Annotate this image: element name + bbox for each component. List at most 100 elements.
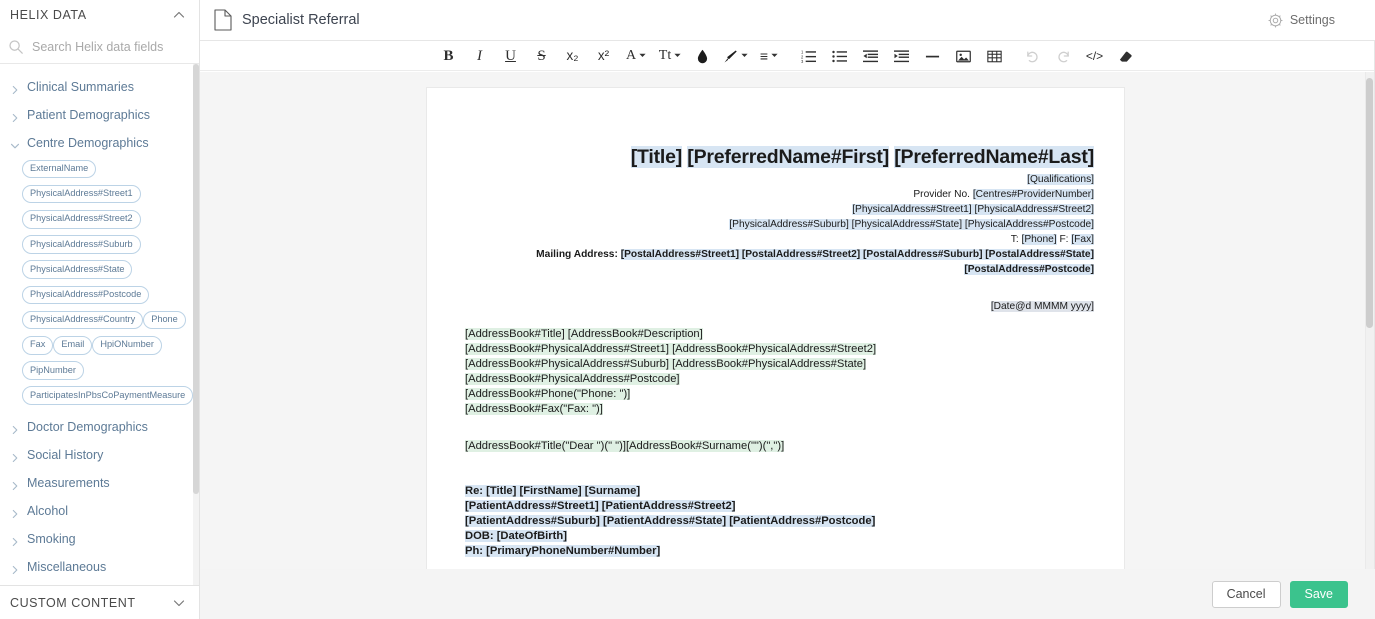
insert-image-button[interactable]	[948, 43, 979, 69]
chevron-down-icon	[674, 53, 681, 60]
font-size-icon: Tt	[658, 48, 672, 63]
token-postal-postcode: [PostalAddress#Postcode]	[964, 264, 1094, 275]
font-color-button[interactable]: A	[619, 43, 653, 69]
fax-prefix: F:	[1056, 234, 1072, 245]
provider-prefix: Provider No.	[913, 189, 973, 200]
horizontal-rule-icon	[925, 49, 940, 64]
strikethrough-button[interactable]: S	[526, 43, 557, 69]
cancel-button[interactable]: Cancel	[1211, 580, 1281, 608]
subscript-icon: x₂	[566, 48, 579, 64]
sidebar-group-doctor-demographics[interactable]: Doctor Demographics	[0, 413, 199, 441]
chevron-right-icon[interactable]	[10, 506, 20, 519]
field-chip[interactable]: ParticipatesInPbsCoPaymentMeasure	[22, 386, 194, 406]
bold-button[interactable]: B	[433, 43, 464, 69]
italic-button[interactable]: I	[464, 43, 495, 69]
outdent-button[interactable]	[855, 43, 886, 69]
redo-icon	[1056, 49, 1071, 64]
field-chip[interactable]: PhysicalAddress#Country	[22, 310, 144, 330]
font-size-button[interactable]: Tt	[653, 43, 687, 69]
undo-button	[1017, 43, 1048, 69]
qualifications-line: [Qualifications]	[465, 172, 1094, 187]
editor-scrollbar-track[interactable]	[1365, 72, 1374, 569]
token-addressbook: [AddressBook#Title] [AddressBook#Descrip…	[465, 328, 703, 340]
superscript-button[interactable]: x²	[588, 43, 619, 69]
centre-phone-line: T: [Phone] F: [Fax]	[465, 232, 1094, 247]
field-chip[interactable]: HpiONumber	[92, 335, 162, 355]
field-chip[interactable]: PhysicalAddress#Postcode	[22, 285, 150, 305]
sidebar-group-label: Alcohol	[27, 504, 68, 519]
editor-scrollbar-thumb[interactable]	[1366, 78, 1373, 328]
sidebar-header[interactable]: HELIX DATA	[0, 0, 199, 30]
field-chip[interactable]: Fax	[22, 335, 54, 355]
sidebar-scrollbar-thumb[interactable]	[193, 64, 199, 494]
clear-format-button[interactable]	[1110, 43, 1141, 69]
underline-icon: U	[505, 47, 516, 64]
sidebar-group-smoking[interactable]: Smoking	[0, 525, 199, 553]
insert-table-button[interactable]	[979, 43, 1010, 69]
settings-label: Settings	[1289, 13, 1335, 27]
token-patient: [PatientAddress#Street1] [PatientAddress…	[465, 500, 736, 512]
action-bar: Cancel Save	[200, 569, 1375, 619]
sidebar-group-social-history[interactable]: Social History	[0, 441, 199, 469]
ordered-list-button[interactable]: 123	[793, 43, 824, 69]
editor-toolbar: B I U Sx₂ x² A Tt ≡ 1 2 3 </>	[200, 41, 1374, 71]
sidebar-group-label: Smoking	[27, 532, 76, 547]
indent-button[interactable]	[886, 43, 917, 69]
sidebar-group-label: Centre Demographics	[27, 136, 149, 150]
sidebar-group-patient-demographics[interactable]: Patient Demographics	[0, 101, 199, 129]
token-patient: [PatientAddress#Suburb] [PatientAddress#…	[465, 515, 876, 527]
token-addressbook: [AddressBook#PhysicalAddress#Street1] [A…	[465, 343, 877, 355]
chevron-right-icon[interactable]	[10, 478, 20, 491]
source-code-button[interactable]: </>	[1079, 43, 1110, 69]
chevron-up-icon[interactable]	[172, 8, 186, 22]
token-preferred-last: [PreferredName#Last]	[894, 146, 1094, 168]
token-date: [Date@d MMMM yyyy]	[990, 301, 1094, 312]
custom-content-label: CUSTOM CONTENT	[10, 595, 136, 610]
sidebar-group-alcohol[interactable]: Alcohol	[0, 497, 199, 525]
chevron-right-icon[interactable]	[10, 534, 20, 547]
chevron-right-icon[interactable]	[10, 82, 20, 95]
sidebar-scrollbar-track[interactable]	[193, 64, 199, 585]
gear-icon	[1268, 13, 1283, 28]
chevron-right-icon[interactable]	[10, 110, 20, 123]
subscript-button[interactable]: x₂	[557, 43, 588, 69]
patient-line: Re: [Title] [FirstName] [Surname]	[465, 484, 1094, 499]
field-chip[interactable]: Email	[53, 335, 93, 355]
field-chip[interactable]: Phone	[143, 310, 186, 330]
sidebar-group-clinical-summaries[interactable]: Clinical Summaries	[0, 73, 199, 101]
sidebar-group-centre-demographics[interactable]: Centre Demographics	[0, 129, 199, 157]
token-addressbook: [AddressBook#Phone("Phone: ")]	[465, 388, 631, 400]
insert-table-icon	[987, 49, 1002, 64]
undo-icon	[1025, 49, 1040, 64]
horizontal-rule-button[interactable]	[917, 43, 948, 69]
chevron-right-icon[interactable]	[10, 422, 20, 435]
document-page[interactable]: [Title] [PreferredName#First] [Preferred…	[426, 87, 1125, 569]
field-chip[interactable]: PhysicalAddress#Suburb	[22, 235, 141, 254]
field-chip[interactable]: PhysicalAddress#Street2	[22, 209, 141, 229]
sidebar-group-miscellaneous[interactable]: Miscellaneous	[0, 553, 199, 581]
editor-canvas[interactable]: [Title] [PreferredName#First] [Preferred…	[200, 72, 1374, 569]
search-box[interactable]: ✕	[0, 30, 214, 64]
chevron-right-icon[interactable]	[10, 450, 20, 463]
page-title: Specialist Referral	[242, 12, 360, 28]
chevron-right-icon[interactable]	[10, 562, 20, 575]
sidebar-group-label: Miscellaneous	[27, 560, 107, 575]
align-button[interactable]: ≡	[752, 43, 786, 69]
bullet-list-button[interactable]	[824, 43, 855, 69]
chevron-down-icon[interactable]	[172, 596, 186, 610]
search-input[interactable]	[30, 38, 195, 55]
field-chip[interactable]: PhysicalAddress#Street1	[22, 184, 141, 204]
field-chip[interactable]: PipNumber	[22, 361, 84, 380]
field-chip[interactable]: ExternalName	[22, 159, 97, 179]
chevron-down-icon[interactable]	[10, 138, 20, 149]
settings-button[interactable]: Settings	[1268, 13, 1357, 28]
save-button[interactable]: Save	[1289, 580, 1348, 608]
underline-button[interactable]: U	[495, 43, 526, 69]
custom-content-section[interactable]: CUSTOM CONTENT	[0, 585, 199, 619]
brush-format-button[interactable]	[718, 43, 752, 69]
field-chip[interactable]: PhysicalAddress#State	[22, 260, 133, 280]
sidebar-group-measurements[interactable]: Measurements	[0, 469, 199, 497]
highlight-color-button[interactable]	[687, 43, 718, 69]
insert-image-icon	[956, 49, 971, 64]
